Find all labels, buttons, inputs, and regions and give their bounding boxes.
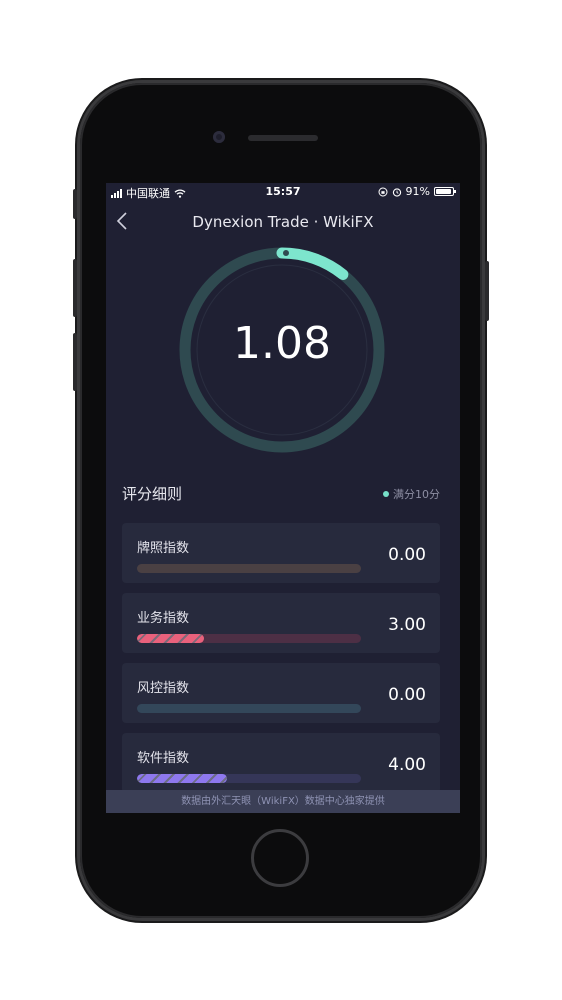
index-card: 业务指数 3.00 [122,593,440,653]
data-source-footer: 数据由外汇天眼（WikiFX）数据中心独家提供 [106,790,460,813]
gauge-start-dot [283,250,289,256]
gauge-arc [276,247,349,280]
battery-percent: 91% [405,185,430,198]
index-bar-track [137,634,361,643]
index-card: 牌照指数 0.00 [122,523,440,583]
alarm-icon [392,187,401,197]
page-title: Dynexion Trade · WikiFX [192,213,374,231]
orientation-lock-icon [378,187,388,196]
index-bar-track [137,774,361,783]
earpiece-speaker [248,135,318,141]
index-label: 风控指数 [137,681,190,696]
status-bar: 中国联通 15:57 91% [106,183,460,201]
power-button [485,261,489,321]
max-score-legend: 满分10分 [383,486,440,502]
index-bar-fill [137,774,227,783]
index-value: 0.00 [388,685,426,705]
index-label: 牌照指数 [137,541,190,556]
index-value: 0.00 [388,545,426,565]
index-label: 业务指数 [137,611,190,626]
status-right: 91% [378,185,456,198]
index-card: 软件指数 4.00 [122,733,440,793]
total-score: 1.08 [233,318,331,369]
index-bar-track [137,564,361,573]
home-button[interactable] [251,829,309,887]
app-screen: 中国联通 15:57 91% Dynexion Trade · WikiFX 1… [106,183,460,813]
legend-text: 满分10分 [393,488,440,501]
index-label: 软件指数 [137,751,190,766]
index-bar-fill [137,634,205,643]
index-value: 3.00 [388,615,426,635]
phone-frame: 中国联通 15:57 91% Dynexion Trade · WikiFX 1… [73,83,489,918]
front-camera [213,131,225,143]
index-value: 4.00 [388,755,426,775]
index-card: 风控指数 0.00 [122,663,440,723]
legend-dot [383,491,389,497]
index-bar-track [137,704,361,713]
volume-up-button [73,259,77,317]
breakdown-title: 评分细则 [122,485,183,503]
mute-switch [73,189,77,219]
nav-bar: Dynexion Trade · WikiFX [106,209,460,233]
battery-icon [434,187,456,196]
volume-down-button [73,333,77,391]
